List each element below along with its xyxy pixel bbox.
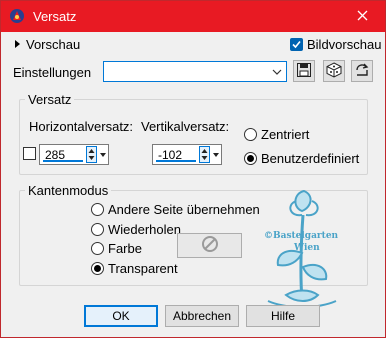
radio-wrap[interactable] [91, 203, 104, 216]
vertical-offset-label: Vertikalversatz: [141, 119, 230, 134]
preview-toggle-label: Vorschau [26, 37, 81, 52]
reset-defaults-button[interactable] [351, 60, 373, 82]
dice-icon [326, 61, 342, 81]
up-down-arrows-icon[interactable] [86, 146, 97, 163]
input-focus-underline [156, 160, 196, 162]
radio-custom[interactable] [244, 152, 257, 165]
edge-color-swatch[interactable] [177, 233, 242, 258]
floppy-disk-icon [296, 62, 312, 81]
randomize-button[interactable] [323, 60, 345, 82]
radio-repeat-label: Wiederholen [108, 222, 181, 237]
vertical-offset-spinner[interactable]: -102 [152, 144, 222, 165]
offset-group-title: Versatz [25, 92, 75, 107]
watermark-line1: ©Bastelgarten [264, 231, 339, 241]
link-offsets-checkbox[interactable] [23, 147, 36, 160]
title-bar: Versatz [1, 1, 385, 32]
dialog-window: Versatz Vorschau Bildvorschau Einstellun… [0, 0, 386, 338]
cancel-button[interactable]: Abbrechen [165, 305, 239, 327]
bild-preview-checkbox-row[interactable]: Bildvorschau [290, 37, 381, 52]
bild-preview-checkbox[interactable] [290, 38, 303, 51]
no-color-icon [201, 235, 219, 256]
dropdown-arrow-icon[interactable] [98, 149, 108, 159]
watermark-line2: Wien [294, 243, 320, 253]
settings-label: Einstellungen [13, 65, 92, 80]
close-button[interactable] [339, 1, 385, 32]
ok-button[interactable]: OK [84, 305, 158, 327]
radio-wrap-label: Andere Seite übernehmen [108, 202, 260, 217]
up-down-arrows-icon[interactable] [199, 146, 210, 163]
horizontal-offset-spinner[interactable]: 285 [39, 144, 109, 165]
preview-toggle[interactable]: Vorschau [15, 37, 80, 52]
save-preset-button[interactable] [293, 60, 315, 82]
radio-repeat[interactable] [91, 223, 104, 236]
edge-mode-group-title: Kantenmodus [25, 183, 112, 198]
settings-combobox[interactable] [103, 61, 287, 82]
radio-custom-label: Benutzerdefiniert [261, 151, 360, 166]
radio-centered[interactable] [244, 128, 257, 141]
dropdown-arrow-icon[interactable] [211, 149, 221, 159]
help-button[interactable]: Hilfe [246, 305, 320, 327]
radio-transparent-label: Transparent [108, 261, 178, 276]
reset-arrow-icon [354, 62, 370, 81]
radio-centered-label: Zentriert [261, 127, 310, 142]
watermark-flower: ©Bastelgarten Wien [256, 183, 346, 313]
chevron-down-icon [270, 65, 284, 79]
input-focus-underline [43, 160, 83, 162]
radio-transparent[interactable] [91, 262, 104, 275]
close-icon [357, 10, 368, 24]
radio-color-label: Farbe [108, 241, 142, 256]
radio-color[interactable] [91, 242, 104, 255]
expand-triangle-icon [15, 40, 20, 48]
window-title: Versatz [33, 9, 77, 24]
paint-shop-pro-icon [9, 8, 25, 24]
bild-preview-label: Bildvorschau [307, 37, 382, 52]
horizontal-offset-label: Horizontalversatz: [29, 119, 134, 134]
